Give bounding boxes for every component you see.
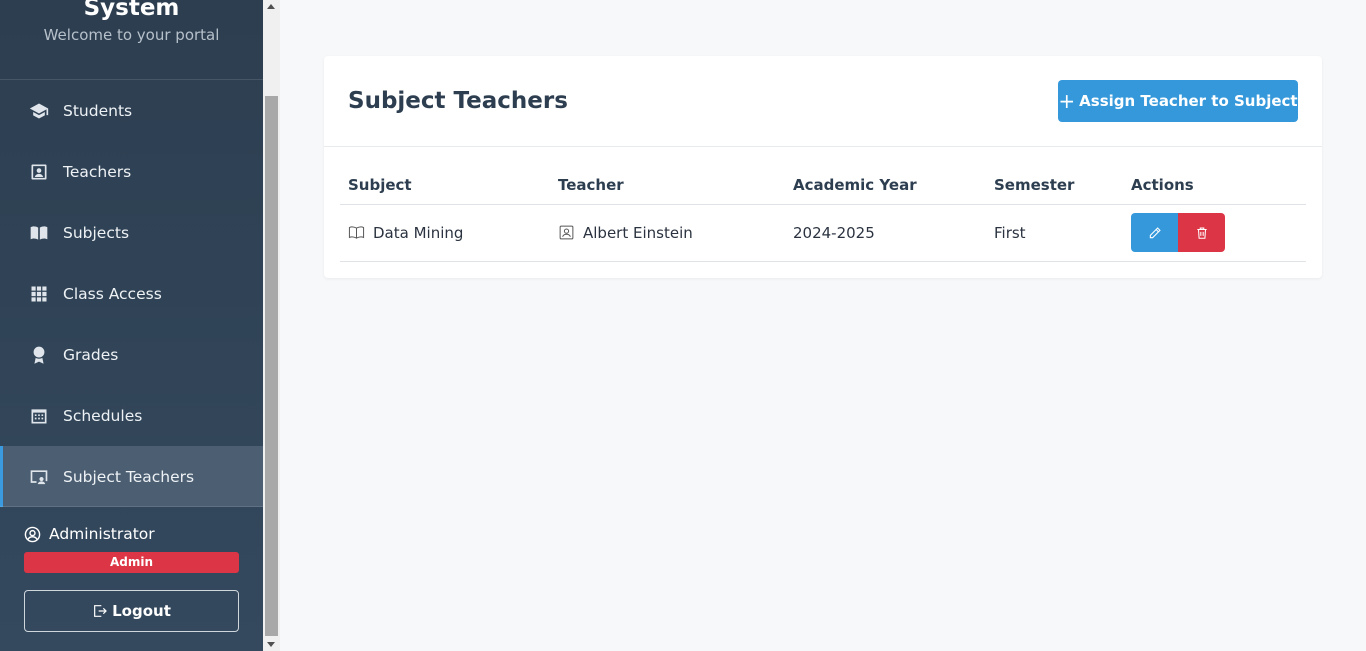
cell-actions <box>1123 204 1306 262</box>
award-icon <box>28 344 50 366</box>
column-header-subject: Subject <box>340 166 550 205</box>
subject-name: Data Mining <box>373 223 464 242</box>
table-row: Data Mining Albert Einstein 2024-2025 Fi… <box>340 204 1306 262</box>
subject-teachers-table: Subject Teacher Academic Year Semester A… <box>340 166 1306 262</box>
brand-title: System <box>83 0 180 21</box>
grid-icon <box>28 283 50 305</box>
sidebar-item-label: Class Access <box>63 284 162 303</box>
role-badge: Admin <box>24 552 239 573</box>
scroll-up-arrow-icon[interactable] <box>267 4 275 9</box>
sidebar-item-label: Subjects <box>63 223 130 242</box>
pencil-icon <box>1149 226 1161 238</box>
delete-button[interactable] <box>1178 213 1225 252</box>
person-video-icon <box>28 466 50 488</box>
page-title: Subject Teachers <box>348 88 568 114</box>
sidebar-item-grades[interactable]: Grades <box>0 324 263 385</box>
assign-teacher-label: Assign Teacher to Subject <box>1079 92 1298 110</box>
sidebar: System Welcome to your portal Students T… <box>0 0 263 651</box>
sidebar-item-schedules[interactable]: Schedules <box>0 385 263 446</box>
brand-subtitle: Welcome to your portal <box>43 26 220 44</box>
row-actions <box>1131 213 1306 252</box>
scroll-thumb[interactable] <box>265 96 278 636</box>
logout-button[interactable]: Logout <box>24 590 239 632</box>
sidebar-item-students[interactable]: Students <box>0 80 263 141</box>
user-panel: Administrator Admin Logout <box>0 506 263 632</box>
edit-button[interactable] <box>1131 213 1178 252</box>
sidebar-item-class-access[interactable]: Class Access <box>0 263 263 324</box>
user-name: Administrator <box>49 525 155 543</box>
book-icon <box>348 224 366 242</box>
table-header-row: Subject Teacher Academic Year Semester A… <box>340 166 1306 205</box>
sidebar-scrollbar[interactable] <box>263 0 280 651</box>
brand: System Welcome to your portal <box>0 0 263 80</box>
book-icon <box>28 222 50 244</box>
cell-academic-year: 2024-2025 <box>785 204 986 262</box>
sidebar-item-subjects[interactable]: Subjects <box>0 202 263 263</box>
logout-icon <box>94 605 107 617</box>
column-header-academic-year: Academic Year <box>785 166 986 205</box>
sidebar-item-label: Students <box>63 101 133 120</box>
sidebar-item-label: Teachers <box>63 162 132 181</box>
column-header-teacher: Teacher <box>550 166 785 205</box>
sidebar-item-subject-teachers[interactable]: Subject Teachers <box>0 446 263 507</box>
subject-teachers-card: Subject Teachers + Assign Teacher to Sub… <box>324 56 1322 278</box>
sidebar-nav: Students Teachers Subjects Class Access … <box>0 80 263 507</box>
logout-label: Logout <box>112 602 171 620</box>
plus-icon: + <box>1058 89 1076 113</box>
column-header-actions: Actions <box>1123 166 1306 205</box>
sidebar-item-teachers[interactable]: Teachers <box>0 141 263 202</box>
card-header: Subject Teachers + Assign Teacher to Sub… <box>324 56 1322 147</box>
cell-teacher: Albert Einstein <box>550 204 785 262</box>
user-info: Administrator <box>24 525 239 543</box>
cell-subject: Data Mining <box>340 204 550 262</box>
assign-teacher-button[interactable]: + Assign Teacher to Subject <box>1058 80 1298 122</box>
graduation-cap-icon <box>28 100 50 122</box>
calendar-icon <box>28 405 50 427</box>
trash-icon <box>1196 227 1207 239</box>
cell-semester: First <box>986 204 1123 262</box>
sidebar-item-label: Subject Teachers <box>63 467 195 486</box>
sidebar-item-label: Schedules <box>63 406 143 425</box>
sidebar-item-label: Grades <box>63 345 119 364</box>
person-badge-icon <box>28 161 50 183</box>
person-badge-icon <box>558 224 576 242</box>
column-header-semester: Semester <box>986 166 1123 205</box>
user-circle-icon <box>24 526 41 542</box>
teacher-name: Albert Einstein <box>583 223 693 242</box>
scroll-down-arrow-icon[interactable] <box>267 642 275 647</box>
